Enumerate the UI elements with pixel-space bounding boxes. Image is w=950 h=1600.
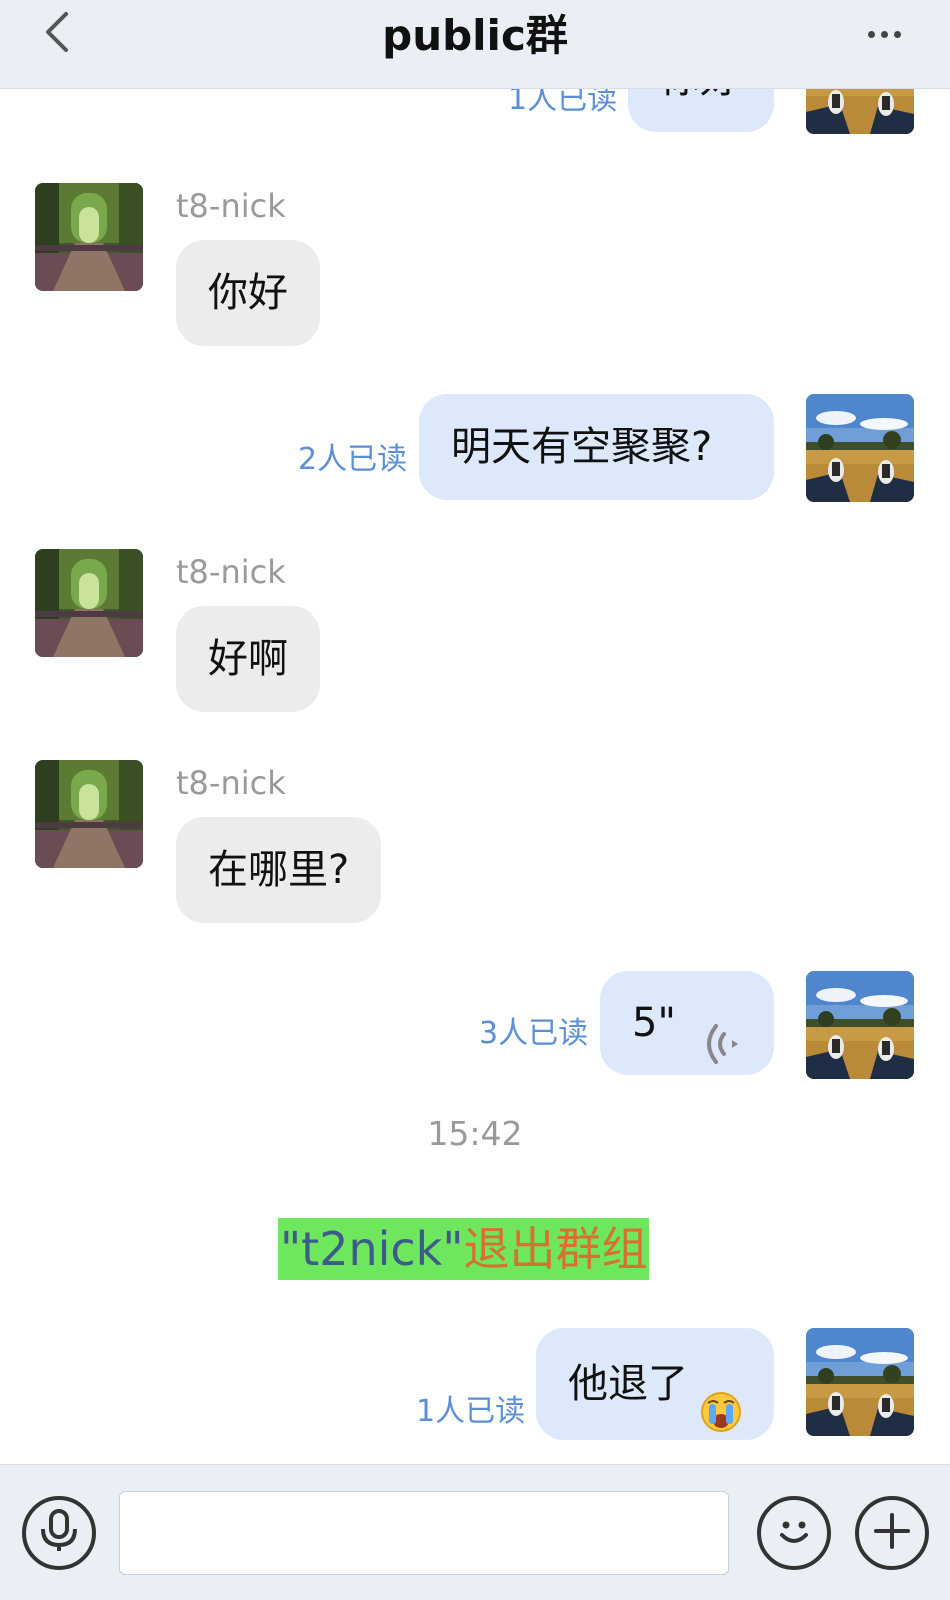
avatar[interactable] <box>35 549 143 657</box>
avatar[interactable] <box>806 971 914 1079</box>
chat-screen: public群 1人已读 你好 t8-nick 你好 2人已读 明天有空聚聚? … <box>0 0 950 1600</box>
voice-wave-icon <box>700 1001 744 1105</box>
sender-nickname: t8-nick <box>176 553 286 591</box>
message-bubble[interactable]: 他退了 <box>536 1328 774 1440</box>
message-input[interactable] <box>119 1491 729 1575</box>
message-bubble[interactable]: 你好 <box>628 88 774 132</box>
voice-input-button[interactable] <box>22 1496 96 1570</box>
top-bar: public群 <box>0 0 950 89</box>
voice-duration: 5" <box>632 1000 676 1046</box>
avatar[interactable] <box>806 88 914 134</box>
sender-nickname: t8-nick <box>176 764 286 802</box>
read-receipt: 1人已读 <box>508 88 618 117</box>
read-receipt: 3人已读 <box>479 1016 589 1051</box>
message-bubble[interactable]: 明天有空聚聚? <box>419 394 774 500</box>
avatar[interactable] <box>806 394 914 502</box>
message-bubble[interactable]: 好啊 <box>176 606 320 712</box>
more-dots-icon <box>867 30 875 38</box>
emoji-button[interactable] <box>757 1496 831 1570</box>
message-list[interactable]: 1人已读 你好 t8-nick 你好 2人已读 明天有空聚聚? t8-nick … <box>0 88 950 1464</box>
input-bar <box>0 1464 950 1600</box>
timestamp: 15:42 <box>427 1114 523 1153</box>
system-notice-action: 退出群组 <box>463 1222 648 1276</box>
read-receipt: 2人已读 <box>298 442 408 477</box>
microphone-icon <box>39 1509 79 1557</box>
avatar[interactable] <box>35 760 143 868</box>
message-bubble[interactable]: 你好 <box>176 240 320 346</box>
message-bubble[interactable]: 在哪里? <box>176 817 382 923</box>
add-attachment-button[interactable] <box>855 1496 929 1570</box>
more-options-button[interactable] <box>856 14 912 54</box>
crying-face-icon <box>700 1364 742 1464</box>
voice-message-bubble[interactable]: 5" <box>600 971 774 1075</box>
smiley-icon <box>772 1509 816 1557</box>
system-notice: "t2nick"退出群组 <box>278 1218 650 1280</box>
system-notice-name: "t2nick" <box>280 1222 464 1276</box>
avatar[interactable] <box>35 183 143 291</box>
avatar[interactable] <box>806 1328 914 1436</box>
page-title: public群 <box>382 11 568 60</box>
read-receipt: 1人已读 <box>416 1394 526 1429</box>
sender-nickname: t8-nick <box>176 187 286 225</box>
plus-icon <box>872 1511 912 1555</box>
message-text: 他退了 <box>568 1361 688 1407</box>
